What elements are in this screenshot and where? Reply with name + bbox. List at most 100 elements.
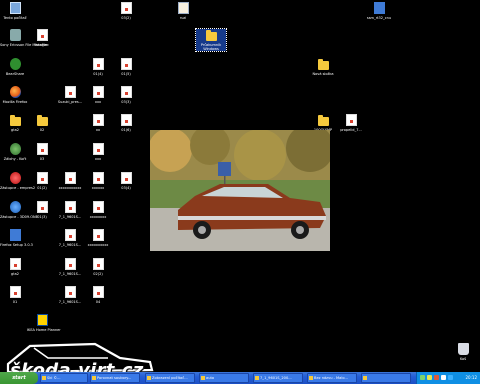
tray-icon[interactable] bbox=[427, 375, 432, 380]
taskbar-button[interactable] bbox=[361, 373, 411, 383]
desktop-icon-label: IKEA Home Planner bbox=[27, 328, 61, 332]
desktop-icon-01-2[interactable]: 01(2) bbox=[27, 172, 57, 190]
desktop-icon-01[interactable]: 01 bbox=[0, 286, 30, 304]
desktop-icon-7-1-c[interactable]: 7_1_9601S... bbox=[55, 258, 85, 276]
desktop-icon-label: BearShare bbox=[5, 72, 25, 76]
desktop-icon-recycle-bin[interactable]: Koš bbox=[448, 343, 478, 361]
desktop-icon-gta2-doc[interactable]: gta2 bbox=[0, 258, 30, 276]
desktop-icon-label: Zástupce - empres2 bbox=[0, 186, 36, 190]
desktop-icon-explorer[interactable]: Průzkumník Windows bbox=[195, 28, 227, 52]
clock[interactable]: 20:12 bbox=[465, 372, 477, 384]
desktop-icon-3d09[interactable]: Zástupce - 3D09.ONE bbox=[0, 201, 38, 219]
desktop-icon-label: 03 bbox=[39, 157, 45, 161]
taskbar-button[interactable]: Ski ©... bbox=[40, 373, 88, 383]
desktop-icon-03[interactable]: 03 bbox=[27, 143, 57, 161]
desktop-icon-label: gta2 bbox=[11, 128, 19, 132]
tray-icon[interactable] bbox=[420, 375, 425, 380]
document-icon bbox=[92, 258, 104, 270]
taskbar-button[interactable]: Bez názvu - Malo... bbox=[307, 373, 357, 383]
folder-icon bbox=[9, 115, 21, 126]
desktop-icon-nova-slozka[interactable]: Nová složka bbox=[308, 58, 338, 76]
desktop-icon-suzuki[interactable]: Suzuki_pres... bbox=[55, 86, 85, 104]
desktop-icon-label: Tento počítač bbox=[3, 16, 27, 20]
tray-icon[interactable] bbox=[434, 375, 439, 380]
document-icon bbox=[92, 201, 104, 213]
desktop-icon-label: 01(2) bbox=[37, 186, 47, 190]
tray-icon[interactable] bbox=[441, 375, 446, 380]
desktop-icon-xxxxxx[interactable]: xxxxxx bbox=[83, 172, 113, 190]
taskbar-button[interactable]: Porovnat soubory... bbox=[90, 373, 140, 383]
desktop-icon-label: xxxxxxxxxxx bbox=[58, 186, 82, 190]
desktop-icon-xx[interactable]: xx bbox=[83, 114, 113, 132]
desktop-icon-xxx-b[interactable]: xxx bbox=[83, 143, 113, 161]
desktop-icon-03-2[interactable]: 03(2) bbox=[111, 2, 141, 20]
taskbar-button[interactable]: auto bbox=[199, 373, 249, 383]
desktop-icon-xxxxxxxx[interactable]: xxxxxxxx bbox=[83, 201, 113, 219]
document-icon bbox=[345, 114, 357, 126]
folder-icon bbox=[317, 59, 329, 70]
desktop-icon-label: xxxxxx bbox=[91, 186, 105, 190]
desktop-icon-doc-a[interactable]: xxxxxxxxxxx bbox=[55, 172, 85, 190]
desktop-icon-gta2-folder[interactable]: gta2 bbox=[0, 114, 30, 132]
desktop-icon-label: Sony Ericsson File Manager bbox=[0, 43, 48, 47]
desktop-icon-ikea[interactable]: IKEA Home Planner bbox=[27, 314, 61, 332]
desktop-icon-01-5[interactable]: 01(5) bbox=[111, 58, 141, 76]
document-icon bbox=[120, 86, 132, 98]
document-icon bbox=[92, 229, 104, 241]
desktop-icon-label: 7_1_9601S... bbox=[58, 300, 82, 304]
desktop-icon-bearshare[interactable]: BearShare bbox=[0, 58, 30, 76]
desktop-icon-7-1-a[interactable]: 7_1_9601S... bbox=[55, 201, 85, 219]
document-icon bbox=[64, 86, 76, 98]
desktop-icon-7-1-d[interactable]: 7_1_9601S... bbox=[55, 286, 85, 304]
desktop-icon-firefox-setup[interactable]: Firefox Setup 3.0.3 bbox=[0, 229, 33, 247]
desktop-icon-label: fotoFlec bbox=[35, 43, 49, 47]
document-icon bbox=[92, 86, 104, 98]
desktop-icon-label: 01(6) bbox=[121, 128, 131, 132]
desktop-icon-7-1-b[interactable]: 7_1_9601S... bbox=[55, 229, 85, 247]
desktop-icon-02-2[interactable]: 02(2) bbox=[83, 258, 113, 276]
desktop-icon-zalohy[interactable]: Zálohy - Kořt bbox=[0, 143, 30, 161]
tray-icon[interactable] bbox=[448, 375, 453, 380]
document-icon bbox=[92, 114, 104, 126]
desktop-icon-01-4[interactable]: 01(4) bbox=[83, 58, 113, 76]
desktop-icon-fotoflec[interactable]: fotoFlec bbox=[27, 29, 57, 47]
document-icon bbox=[92, 286, 104, 298]
desktop-icon-ssm[interactable]: ssm_rt32_cnu bbox=[364, 2, 394, 20]
desktop-icon-my-computer[interactable]: Tento počítač bbox=[0, 2, 30, 20]
document-icon bbox=[9, 258, 21, 270]
car-photo-image bbox=[150, 130, 330, 251]
opera-icon bbox=[9, 172, 21, 184]
desktop-icon-label: Koš bbox=[459, 357, 467, 361]
desktop-icon-ruzi[interactable]: ruzi bbox=[168, 2, 198, 20]
desktop-icon-label: Mozilla Firefox bbox=[2, 100, 28, 104]
desktop-icon-firefox[interactable]: Mozilla Firefox bbox=[0, 86, 30, 104]
desktop-icon-empres2[interactable]: Zástupce - empres2 bbox=[0, 172, 36, 190]
desktop-icon-04[interactable]: 04 bbox=[83, 286, 113, 304]
desktop-icon-03-3[interactable]: 03(3) bbox=[111, 86, 141, 104]
taskbar-button[interactable]: 7_1_9601S_200... bbox=[253, 373, 303, 383]
recycle-bin-icon bbox=[457, 343, 469, 355]
desktop-icon-label: xxxxxxxxxx bbox=[87, 243, 109, 247]
desktop-icon-label: Průzkumník Windows bbox=[200, 43, 222, 51]
desktop-icon-03-4[interactable]: 03(4) bbox=[111, 172, 141, 190]
desktop-icon-01-6[interactable]: 01(6) bbox=[111, 114, 141, 132]
desktop-icon-label: xx bbox=[95, 128, 101, 132]
start-button[interactable]: start bbox=[0, 372, 38, 384]
document-icon bbox=[9, 286, 21, 298]
desktop-icon-xxx-a[interactable]: xxx bbox=[83, 86, 113, 104]
desktop-icon-02-folder[interactable]: 02 bbox=[27, 114, 57, 132]
desktop-icon-01-3[interactable]: 01(3) bbox=[27, 201, 57, 219]
internet-explorer-icon bbox=[9, 201, 21, 213]
document-icon bbox=[120, 58, 132, 70]
system-tray: 20:12 bbox=[416, 372, 480, 384]
desktop-icon-xxxxxxxxxx[interactable]: xxxxxxxxxx bbox=[83, 229, 113, 247]
taskbar-button[interactable]: Zobrazení počítač... bbox=[145, 373, 195, 383]
desktop-icon-label: ruzi bbox=[179, 16, 187, 20]
desktop-icon-label: propelid_7... bbox=[340, 128, 362, 132]
desktop-icon-label: 7_1_9601S... bbox=[58, 243, 82, 247]
desktop-icon-propelid[interactable]: propelid_7... bbox=[336, 114, 366, 132]
bearshare-icon bbox=[9, 58, 21, 70]
computer-icon bbox=[9, 2, 21, 14]
desktop-icon-sony-ericsson[interactable]: Sony Ericsson File Manager bbox=[0, 29, 48, 47]
wallpaper-car-photo bbox=[150, 130, 330, 251]
